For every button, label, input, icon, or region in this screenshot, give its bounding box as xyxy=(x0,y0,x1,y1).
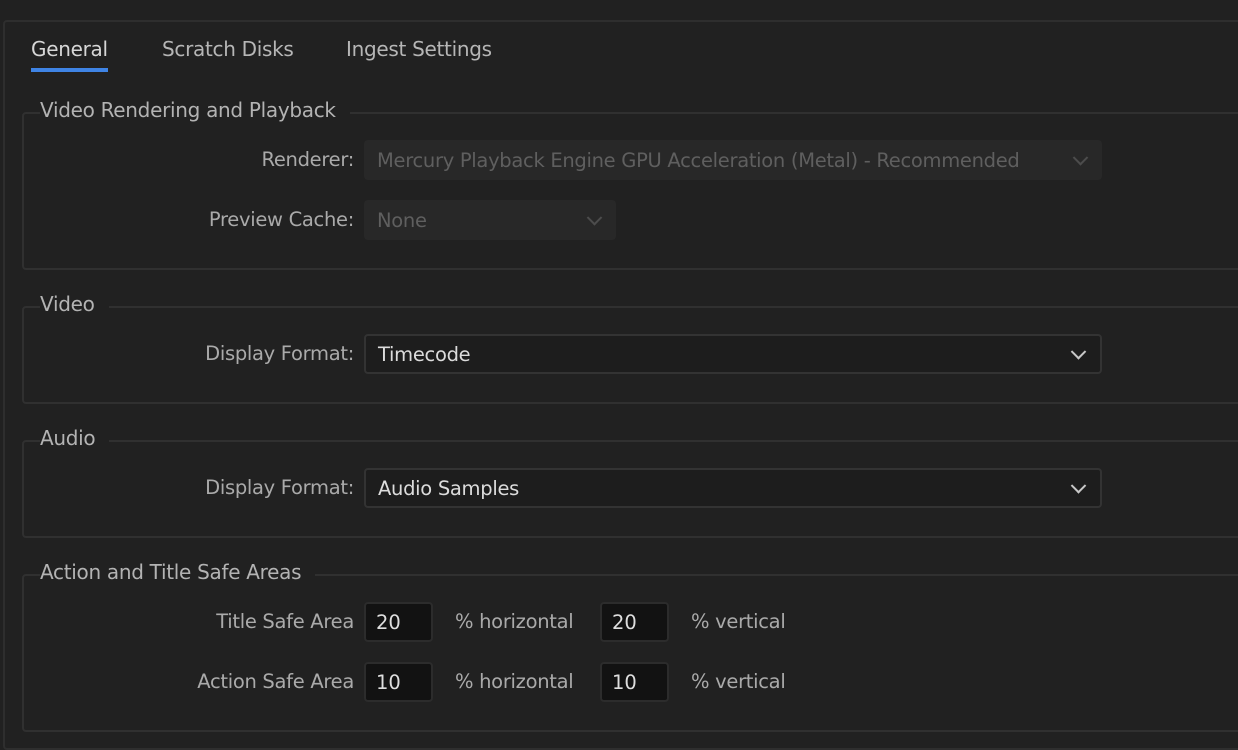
tab-general[interactable]: General xyxy=(31,37,108,61)
tab-scratch-disks[interactable]: Scratch Disks xyxy=(162,37,294,61)
group-title-safe-areas: Action and Title Safe Areas xyxy=(40,560,316,584)
title-safe-vertical-unit: % vertical xyxy=(691,610,786,633)
group-title-video: Video xyxy=(40,292,109,316)
tab-ingest-settings[interactable]: Ingest Settings xyxy=(346,37,492,61)
audio-display-format-dropdown[interactable]: Audio Samples xyxy=(364,468,1102,508)
action-safe-vertical-unit: % vertical xyxy=(691,670,786,693)
renderer-dropdown[interactable]: Mercury Playback Engine GPU Acceleration… xyxy=(364,140,1102,180)
video-display-format-value: Timecode xyxy=(378,342,471,366)
chevron-down-icon xyxy=(586,210,603,226)
title-safe-horizontal-unit: % horizontal xyxy=(455,610,574,633)
group-safe-areas xyxy=(22,574,1238,732)
video-display-format-dropdown[interactable]: Timecode xyxy=(364,334,1102,374)
action-safe-vertical-input[interactable]: 10 xyxy=(600,662,669,702)
group-title-video-rendering: Video Rendering and Playback xyxy=(40,98,350,122)
group-video-rendering xyxy=(22,112,1238,270)
active-tab-indicator xyxy=(31,68,108,72)
audio-display-format-label: Display Format: xyxy=(205,476,354,499)
audio-display-format-value: Audio Samples xyxy=(378,476,519,500)
title-safe-horizontal-input[interactable]: 20 xyxy=(364,602,433,642)
action-safe-horizontal-input[interactable]: 10 xyxy=(364,662,433,702)
video-display-format-label: Display Format: xyxy=(205,342,354,365)
action-safe-horizontal-unit: % horizontal xyxy=(455,670,574,693)
chevron-down-icon xyxy=(1070,478,1087,494)
chevron-down-icon xyxy=(1070,344,1087,360)
action-safe-area-label: Action Safe Area xyxy=(197,670,354,693)
title-safe-area-label: Title Safe Area xyxy=(216,610,354,633)
renderer-value: Mercury Playback Engine GPU Acceleration… xyxy=(377,148,1020,172)
chevron-down-icon xyxy=(1072,150,1089,166)
renderer-label: Renderer: xyxy=(261,148,354,171)
preview-cache-label: Preview Cache: xyxy=(208,208,354,231)
title-safe-vertical-input[interactable]: 20 xyxy=(600,602,669,642)
group-title-audio: Audio xyxy=(40,426,110,450)
preview-cache-dropdown[interactable]: None xyxy=(364,200,616,240)
preview-cache-value: None xyxy=(377,208,427,232)
